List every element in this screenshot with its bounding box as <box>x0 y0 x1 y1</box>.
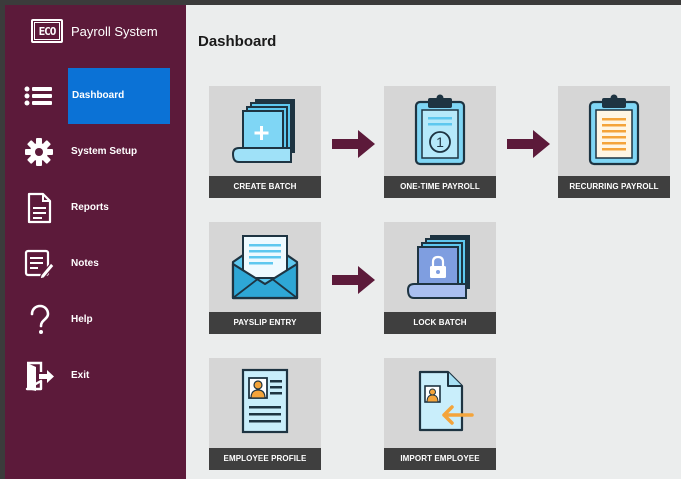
sidebar-item-label: Exit <box>71 370 90 381</box>
flow-arrow-icon <box>332 266 375 294</box>
flow-arrow-icon <box>507 130 550 158</box>
sidebar-item-dashboard[interactable]: Dashboard <box>5 68 186 124</box>
recurring-clipboard-icon <box>588 94 640 166</box>
payslip-envelope-icon <box>231 235 299 300</box>
sidebar: ECO Payroll System Dashboard System Setu… <box>5 5 186 479</box>
exit-door-icon <box>25 361 54 391</box>
tile-one-time-payroll[interactable]: 1 ONE-TIME PAYROLL <box>384 86 496 198</box>
import-employee-icon <box>418 370 474 432</box>
sidebar-item-exit[interactable]: Exit <box>5 348 186 404</box>
tile-label: CREATE BATCH <box>209 176 321 198</box>
sidebar-item-system-setup[interactable]: System Setup <box>5 124 186 180</box>
sidebar-item-reports[interactable]: Reports <box>5 180 186 236</box>
tile-employee-profile[interactable]: EMPLOYEE PROFILE <box>209 358 321 470</box>
tile-label: EMPLOYEE PROFILE <box>209 448 321 470</box>
sidebar-item-label: Help <box>71 314 93 325</box>
page-title: Dashboard <box>198 33 277 50</box>
tile-label: PAYSLIP ENTRY <box>209 312 321 334</box>
app-name: Payroll System <box>71 23 158 39</box>
tile-label: LOCK BATCH <box>384 312 496 334</box>
lock-batch-icon <box>406 235 470 299</box>
tile-label: IMPORT EMPLOYEE <box>384 448 496 470</box>
tile-label: RECURRING PAYROLL <box>558 176 670 198</box>
tile-recurring-payroll[interactable]: RECURRING PAYROLL <box>558 86 670 198</box>
eco-logo: ECO <box>31 19 63 43</box>
app-window: ECO Payroll System Dashboard System Setu… <box>5 5 681 479</box>
sidebar-item-help[interactable]: Help <box>5 292 186 348</box>
svg-text:1: 1 <box>436 134 444 150</box>
sidebar-item-label: Reports <box>71 202 109 213</box>
tile-import-employee[interactable]: IMPORT EMPLOYEE <box>384 358 496 470</box>
tile-lock-batch[interactable]: LOCK BATCH <box>384 222 496 334</box>
sidebar-item-notes[interactable]: Notes <box>5 236 186 292</box>
employee-profile-icon <box>241 368 289 434</box>
one-time-clipboard-icon: 1 <box>414 94 466 166</box>
create-batch-icon <box>231 99 295 163</box>
sidebar-item-label: System Setup <box>71 146 138 157</box>
sidebar-item-label: Dashboard <box>72 90 125 101</box>
notes-edit-icon <box>24 249 55 280</box>
brand: ECO Payroll System <box>31 18 158 44</box>
tile-label: ONE-TIME PAYROLL <box>384 176 496 198</box>
menu-icon <box>24 86 52 106</box>
tile-payslip-entry[interactable]: PAYSLIP ENTRY <box>209 222 321 334</box>
flow-arrow-icon <box>332 130 375 158</box>
gear-icon <box>25 138 53 166</box>
document-icon <box>27 192 52 224</box>
sidebar-item-label: Notes <box>71 258 99 269</box>
question-icon <box>30 304 50 334</box>
tile-create-batch[interactable]: CREATE BATCH <box>209 86 321 198</box>
